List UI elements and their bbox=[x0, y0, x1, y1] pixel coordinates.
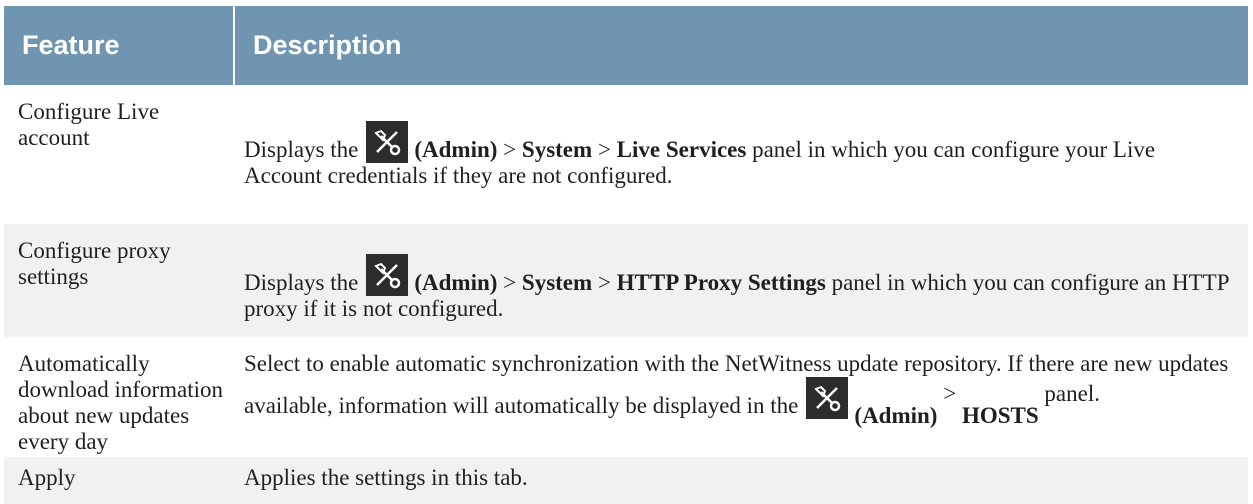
feature-cell: Automatically download information about… bbox=[4, 337, 234, 456]
menu-path-http-proxy-settings: HTTP Proxy Settings bbox=[616, 270, 826, 295]
admin-tools-icon bbox=[366, 254, 409, 296]
column-header-description: Description bbox=[234, 6, 1248, 85]
column-header-feature: Feature bbox=[4, 6, 235, 85]
separator: > bbox=[497, 137, 522, 162]
feature-cell: Configure proxy settings bbox=[4, 222, 234, 338]
menu-path-system: System bbox=[521, 137, 593, 162]
separator: > bbox=[497, 270, 522, 295]
description-cell: Displays the (Admin) > System > Live Serv… bbox=[234, 85, 1248, 223]
admin-tools-icon bbox=[806, 377, 849, 419]
description-cell: Applies the settings in this tab. bbox=[234, 455, 1248, 504]
description-cell: Displays the (Admin) > System > HTTP Prox… bbox=[234, 222, 1248, 338]
separator: > bbox=[937, 381, 962, 406]
admin-label: (Admin) bbox=[414, 137, 498, 162]
description-cell: Select to enable automatic synchronizati… bbox=[234, 337, 1248, 456]
admin-label: (Admin) bbox=[854, 403, 938, 428]
table-row: Configure Live account Displays the (Admi… bbox=[4, 85, 1248, 223]
feature-cell: Apply bbox=[4, 455, 234, 504]
separator: > bbox=[592, 270, 617, 295]
menu-path-hosts: HOSTS bbox=[961, 403, 1039, 428]
description-text: panel. bbox=[1038, 381, 1100, 406]
table-row: Automatically download information about… bbox=[4, 337, 1248, 456]
separator: > bbox=[592, 137, 617, 162]
table-row: Configure proxy settings Displays the (Ad… bbox=[4, 222, 1248, 338]
description-text: Displays the bbox=[244, 137, 359, 162]
feature-description-table: Feature Description Configure Live accou… bbox=[4, 6, 1248, 504]
menu-path-system: System bbox=[521, 270, 593, 295]
admin-tools-icon bbox=[366, 121, 409, 163]
admin-label: (Admin) bbox=[414, 270, 498, 295]
feature-cell: Configure Live account bbox=[4, 85, 234, 223]
table-header-row: Feature Description bbox=[4, 6, 1248, 85]
menu-path-live-services: Live Services bbox=[616, 137, 747, 162]
table-row: Apply Applies the settings in this tab. bbox=[4, 455, 1248, 504]
description-text: Displays the bbox=[244, 270, 359, 295]
